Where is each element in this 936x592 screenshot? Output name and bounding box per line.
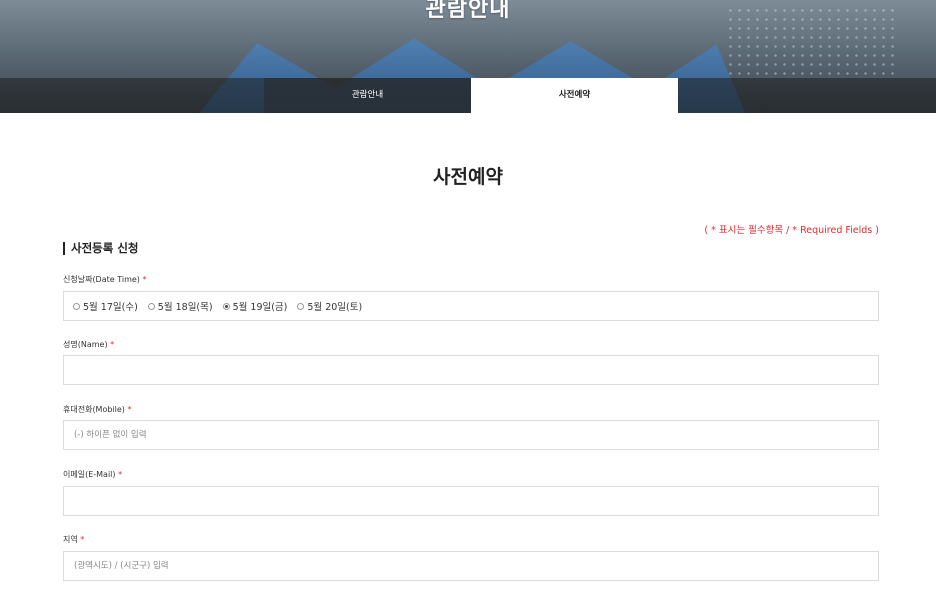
email-input[interactable] (64, 487, 878, 515)
name-label: 성명(Name) * (63, 339, 114, 350)
tab-reservation[interactable]: 사전예약 (471, 78, 678, 113)
date-radio-option[interactable]: 5월 19일(금) (222, 299, 288, 313)
section-title: 사전등록 신청 (63, 242, 138, 255)
required-star: * (80, 535, 85, 544)
required-star: * (127, 405, 132, 414)
date-radio-option[interactable]: 5월 18일(목) (147, 299, 213, 313)
date-radio-group: 5월 17일(수) 5월 18일(목) 5월 19일(금) 5월 20일(토) (63, 291, 879, 321)
name-field-box (63, 355, 879, 385)
region-field-box (63, 551, 879, 581)
email-label: 이메일(E-Mail) * (63, 469, 122, 480)
tab-label: 관람안내 (351, 90, 384, 100)
tab-bar: 관람안내 사전예약 (0, 78, 936, 113)
radio-option-label: 5월 20일(토) (307, 302, 363, 313)
page-title: 사전예약 (433, 166, 503, 188)
hero-title: 관람안내 (425, 0, 511, 22)
date-label-text: 신청날짜(Date Time) (63, 275, 140, 284)
radio-button-icon[interactable] (297, 302, 305, 310)
radio-option-label: 5월 17일(수) (83, 302, 138, 313)
name-label-text: 성명(Name) (63, 340, 108, 349)
tab-label: 사전예약 (558, 90, 591, 100)
mobile-input[interactable] (64, 421, 878, 449)
date-label: 신청날짜(Date Time) * (63, 274, 146, 285)
required-fields-note: ( * 표시는 필수항목 / * Required Fields ) (704, 225, 879, 236)
required-star: * (118, 470, 123, 479)
radio-button-icon[interactable] (73, 302, 80, 310)
tab-visit-info[interactable]: 관람안내 (264, 78, 471, 113)
radio-option-label: 5월 18일(목) (157, 302, 213, 313)
name-input[interactable] (64, 356, 878, 384)
radio-button-icon[interactable] (147, 302, 155, 310)
date-radio-option[interactable]: 5월 17일(수) (73, 299, 138, 313)
date-radio-option[interactable]: 5월 20일(토) (297, 299, 362, 313)
mobile-label-text: 휴대전화(Mobile) (63, 405, 125, 414)
date-radio-row: 5월 17일(수) 5월 18일(목) 5월 19일(금) 5월 20일(토) (64, 292, 878, 320)
hero-banner: 관람안내 관람안내 사전예약 (0, 0, 936, 113)
region-label: 지역 * (63, 534, 84, 545)
required-star: * (142, 275, 147, 284)
region-input[interactable] (64, 552, 878, 580)
region-label-text: 지역 (63, 535, 78, 544)
radio-button-icon[interactable] (222, 302, 230, 310)
mobile-label: 휴대전화(Mobile) * (63, 404, 131, 415)
email-field-box (63, 486, 879, 516)
email-label-text: 이메일(E-Mail) (63, 470, 116, 479)
radio-option-label: 5월 19일(금) (232, 302, 288, 313)
mobile-field-box (63, 420, 879, 450)
required-star: * (110, 340, 115, 349)
